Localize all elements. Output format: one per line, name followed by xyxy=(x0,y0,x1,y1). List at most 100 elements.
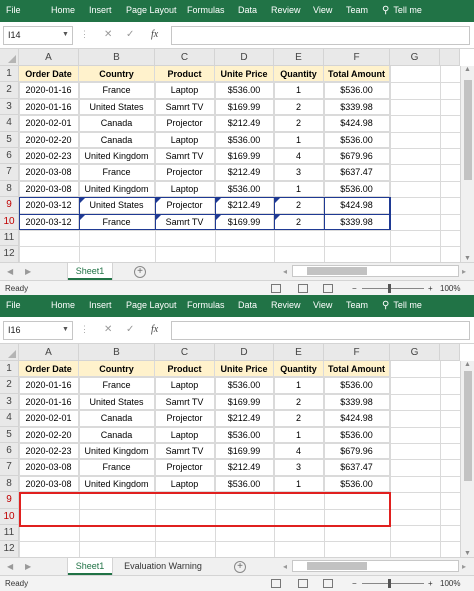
zoom-out-icon[interactable]: − xyxy=(352,576,357,591)
row-header-1[interactable]: 1 xyxy=(0,66,19,83)
row-header-3[interactable]: 3 xyxy=(0,98,19,116)
ribbon-tab-home[interactable]: Home xyxy=(51,295,75,317)
table-cell[interactable]: $679.96 xyxy=(324,443,390,460)
row-header-2[interactable]: 2 xyxy=(0,377,19,394)
table-cell[interactable]: United Kingdom xyxy=(79,443,155,460)
normal-view-icon[interactable] xyxy=(271,579,281,588)
function-icon[interactable]: fx xyxy=(151,26,158,43)
vertical-scrollbar[interactable]: ▲ ▼ xyxy=(460,361,474,557)
ribbon-tab-data[interactable]: Data xyxy=(238,295,257,317)
column-header-D[interactable]: D xyxy=(215,49,274,66)
page-layout-view-icon[interactable] xyxy=(298,284,308,293)
table-cell[interactable]: Projector xyxy=(155,115,215,132)
table-cell[interactable]: 2020-02-23 xyxy=(19,443,79,460)
table-cell[interactable]: $169.99 xyxy=(215,213,274,230)
table-cell[interactable]: Samrt TV xyxy=(155,148,215,165)
table-cell[interactable]: $212.49 xyxy=(215,459,274,476)
triangle-left-icon[interactable]: ◀ xyxy=(7,263,13,281)
table-cell[interactable]: $339.98 xyxy=(324,393,390,411)
ribbon-tab-review[interactable]: Review xyxy=(271,295,301,317)
table-cell[interactable]: $637.47 xyxy=(324,459,390,476)
row-header-12[interactable]: 12 xyxy=(0,541,19,558)
table-cell[interactable]: $212.49 xyxy=(215,197,274,214)
column-header-E[interactable]: E xyxy=(274,344,324,361)
table-cell[interactable]: United States xyxy=(79,393,155,411)
table-cell[interactable]: 2020-02-01 xyxy=(19,115,79,132)
table-cell[interactable]: $536.00 xyxy=(324,426,390,443)
table-cell[interactable]: 1 xyxy=(274,475,324,493)
table-cell[interactable]: Samrt TV xyxy=(155,443,215,460)
function-icon[interactable]: fx xyxy=(151,321,158,338)
drag-handle-icon[interactable]: ⋮ xyxy=(80,321,89,338)
row-header-11[interactable]: 11 xyxy=(0,230,19,247)
zoom-slider[interactable] xyxy=(362,583,424,584)
scroll-right-arrow-icon[interactable]: ▸ xyxy=(462,558,466,576)
table-cell[interactable]: Laptop xyxy=(155,475,215,493)
scroll-down-arrow-icon[interactable]: ▼ xyxy=(464,255,471,262)
ribbon-tab-insert[interactable]: Insert xyxy=(89,0,112,22)
ribbon-tab-page-layout[interactable]: Page Layout xyxy=(126,295,177,317)
table-cell[interactable]: Projector xyxy=(155,459,215,476)
ribbon-tab-page-layout[interactable]: Page Layout xyxy=(126,0,177,22)
ribbon-tab-team[interactable]: Team xyxy=(346,295,368,317)
table-cell[interactable]: Canada xyxy=(79,410,155,427)
table-cell[interactable]: 2 xyxy=(274,197,324,214)
table-cell[interactable]: 2 xyxy=(274,410,324,427)
scroll-left-arrow-icon[interactable]: ◂ xyxy=(283,263,287,281)
scroll-up-arrow-icon[interactable]: ▲ xyxy=(464,361,471,368)
cancel-icon[interactable]: ✕ xyxy=(104,26,112,43)
table-cell[interactable]: $212.49 xyxy=(215,164,274,181)
horizontal-scroll-thumb[interactable] xyxy=(307,267,367,275)
table-cell[interactable]: Projector xyxy=(155,197,215,214)
table-cell[interactable]: 2 xyxy=(274,115,324,132)
table-cell[interactable]: $536.00 xyxy=(324,131,390,148)
row-header-7[interactable]: 7 xyxy=(0,164,19,181)
row-header-9[interactable]: 9 xyxy=(0,492,19,509)
ribbon-tab-file[interactable]: File xyxy=(6,295,21,317)
table-cell[interactable]: 2020-01-16 xyxy=(19,393,79,411)
table-cell[interactable]: $212.49 xyxy=(215,410,274,427)
row-header-4[interactable]: 4 xyxy=(0,410,19,427)
table-cell[interactable]: $169.99 xyxy=(215,443,274,460)
table-cell[interactable]: United Kingdom xyxy=(79,148,155,165)
row-header-12[interactable]: 12 xyxy=(0,246,19,263)
scroll-right-arrow-icon[interactable]: ▸ xyxy=(462,263,466,281)
table-cell[interactable]: 3 xyxy=(274,459,324,476)
table-cell[interactable]: $424.98 xyxy=(324,197,390,214)
sheet-tab-sheet1[interactable]: Sheet1 xyxy=(68,263,112,280)
table-cell[interactable]: 2020-03-08 xyxy=(19,164,79,181)
enter-icon[interactable]: ✓ xyxy=(126,321,134,338)
row-header-4[interactable]: 4 xyxy=(0,115,19,132)
scroll-down-arrow-icon[interactable]: ▼ xyxy=(464,550,471,557)
header-cell[interactable]: Country xyxy=(79,361,155,378)
table-cell[interactable]: $536.00 xyxy=(324,82,390,99)
ribbon-tab-review[interactable]: Review xyxy=(271,0,301,22)
table-cell[interactable]: $536.00 xyxy=(324,475,390,493)
table-cell[interactable]: 1 xyxy=(274,131,324,148)
page-layout-view-icon[interactable] xyxy=(298,579,308,588)
table-cell[interactable]: France xyxy=(79,459,155,476)
table-cell[interactable]: 2020-01-16 xyxy=(19,82,79,99)
row-header-10[interactable]: 10 xyxy=(0,508,19,525)
normal-view-icon[interactable] xyxy=(271,284,281,293)
table-cell[interactable]: Laptop xyxy=(155,426,215,443)
table-cell[interactable]: 2020-01-16 xyxy=(19,377,79,394)
row-header-8[interactable]: 8 xyxy=(0,180,19,198)
table-cell[interactable]: $424.98 xyxy=(324,410,390,427)
sheet-tab-evaluation-warning[interactable]: Evaluation Warning xyxy=(113,558,213,575)
scroll-up-arrow-icon[interactable]: ▲ xyxy=(464,66,471,73)
table-cell[interactable]: $536.00 xyxy=(215,180,274,198)
table-cell[interactable]: Samrt TV xyxy=(155,393,215,411)
row-header-8[interactable]: 8 xyxy=(0,475,19,493)
column-header-B[interactable]: B xyxy=(79,49,155,66)
header-cell[interactable]: Product xyxy=(155,361,215,378)
table-cell[interactable]: Laptop xyxy=(155,131,215,148)
enter-icon[interactable]: ✓ xyxy=(126,26,134,43)
table-cell[interactable]: $424.98 xyxy=(324,115,390,132)
column-header-C[interactable]: C xyxy=(155,49,215,66)
table-cell[interactable]: $339.98 xyxy=(324,98,390,116)
ribbon-tab-view[interactable]: View xyxy=(313,295,332,317)
column-header-G[interactable]: G xyxy=(390,344,440,361)
vertical-scroll-thumb[interactable] xyxy=(464,371,472,481)
table-cell[interactable]: 2 xyxy=(274,98,324,116)
